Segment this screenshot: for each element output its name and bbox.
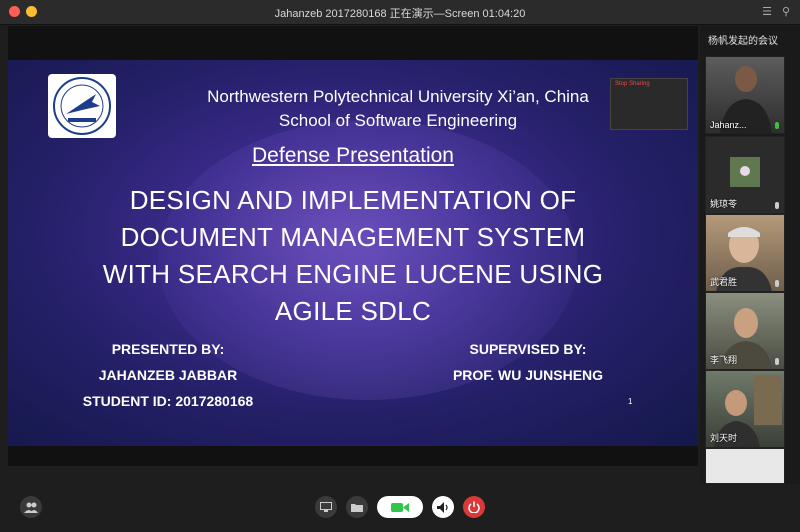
files-button[interactable] [346, 496, 368, 518]
screen-share-icon [320, 502, 332, 512]
camera-icon [391, 502, 409, 512]
slide-page-number: 1 [628, 397, 633, 406]
supervisor-block: SUPERVISED BY: PROF. WU JUNSHENG [438, 336, 618, 388]
power-icon [468, 501, 480, 513]
participant-name: 姚琼苓 [710, 199, 738, 209]
thesis-title-line: AGILE SDLC [274, 296, 432, 326]
participants-icon [24, 502, 38, 513]
university-logo [48, 74, 116, 138]
participant-name: 刘天时 [710, 433, 738, 443]
thesis-title: DESIGN AND IMPLEMENTATION OF DOCUMENT MA… [68, 182, 638, 330]
supervisor-name: PROF. WU JUNSHENG [452, 367, 604, 383]
thesis-title-line: DOCUMENT MANAGEMENT SYSTEM [120, 222, 586, 252]
participant-sidebar: 杨帆发起的会议 Jahanz... 姚琼苓 武君胜 李飞翔 刘天时 [700, 26, 800, 496]
layout-icon[interactable]: ☰ [762, 5, 772, 18]
participant-name: Jahanz... [710, 120, 747, 130]
mic-icon [775, 122, 779, 129]
meeting-title: 杨帆发起的会议 [708, 36, 778, 47]
participant-name: 武君胜 [710, 277, 738, 287]
presented-by-label: PRESENTED BY: [111, 341, 225, 357]
presentation-slide: Stop Sharing Northwestern Polytechnical … [8, 60, 698, 446]
participants-button[interactable] [20, 496, 42, 518]
university-name: Northwestern Polytechnical University Xi… [207, 87, 589, 106]
supervised-by-label: SUPERVISED BY: [469, 341, 587, 357]
folder-icon [351, 504, 363, 512]
mic-muted-icon [775, 358, 779, 365]
title-bar: Jahanzeb 2017280168 正在演示—Screen 01:04:20… [0, 0, 800, 25]
titlebar-tools: ☰ ⚲ [762, 5, 790, 18]
participant-tile[interactable] [705, 448, 785, 484]
student-id: STUDENT ID: 2017280168 [82, 393, 254, 409]
audio-button[interactable] [432, 496, 454, 518]
pin-icon[interactable]: ⚲ [782, 5, 790, 18]
participant-name: 李飞翔 [710, 355, 738, 365]
mic-muted-icon [775, 280, 779, 287]
thesis-title-line: WITH SEARCH ENGINE LUCENE USING [102, 259, 604, 289]
video-toggle-button[interactable] [377, 496, 423, 518]
meeting-toolbar [0, 484, 800, 532]
slide-heading: Defense Presentation [252, 144, 454, 167]
school-name: School of Software Engineering [278, 111, 518, 130]
participant-tile[interactable]: 姚琼苓 [705, 136, 785, 214]
end-meeting-button[interactable] [463, 496, 485, 518]
mic-muted-icon [775, 202, 779, 209]
presenter-block: PRESENTED BY: JAHANZEB JABBAR STUDENT ID… [63, 336, 273, 414]
speaker-icon [437, 501, 448, 513]
participant-tile[interactable]: 刘天时 [705, 370, 785, 448]
participant-tile[interactable]: 李飞翔 [705, 292, 785, 370]
window-title: Jahanzeb 2017280168 正在演示—Screen 01:04:20 [274, 8, 526, 20]
thesis-title-line: DESIGN AND IMPLEMENTATION OF [129, 185, 577, 215]
screen-share-button[interactable] [315, 496, 337, 518]
presenter-name: JAHANZEB JABBAR [98, 367, 238, 383]
participant-tile[interactable]: Jahanz... [705, 56, 785, 134]
participant-tile[interactable]: 武君胜 [705, 214, 785, 292]
